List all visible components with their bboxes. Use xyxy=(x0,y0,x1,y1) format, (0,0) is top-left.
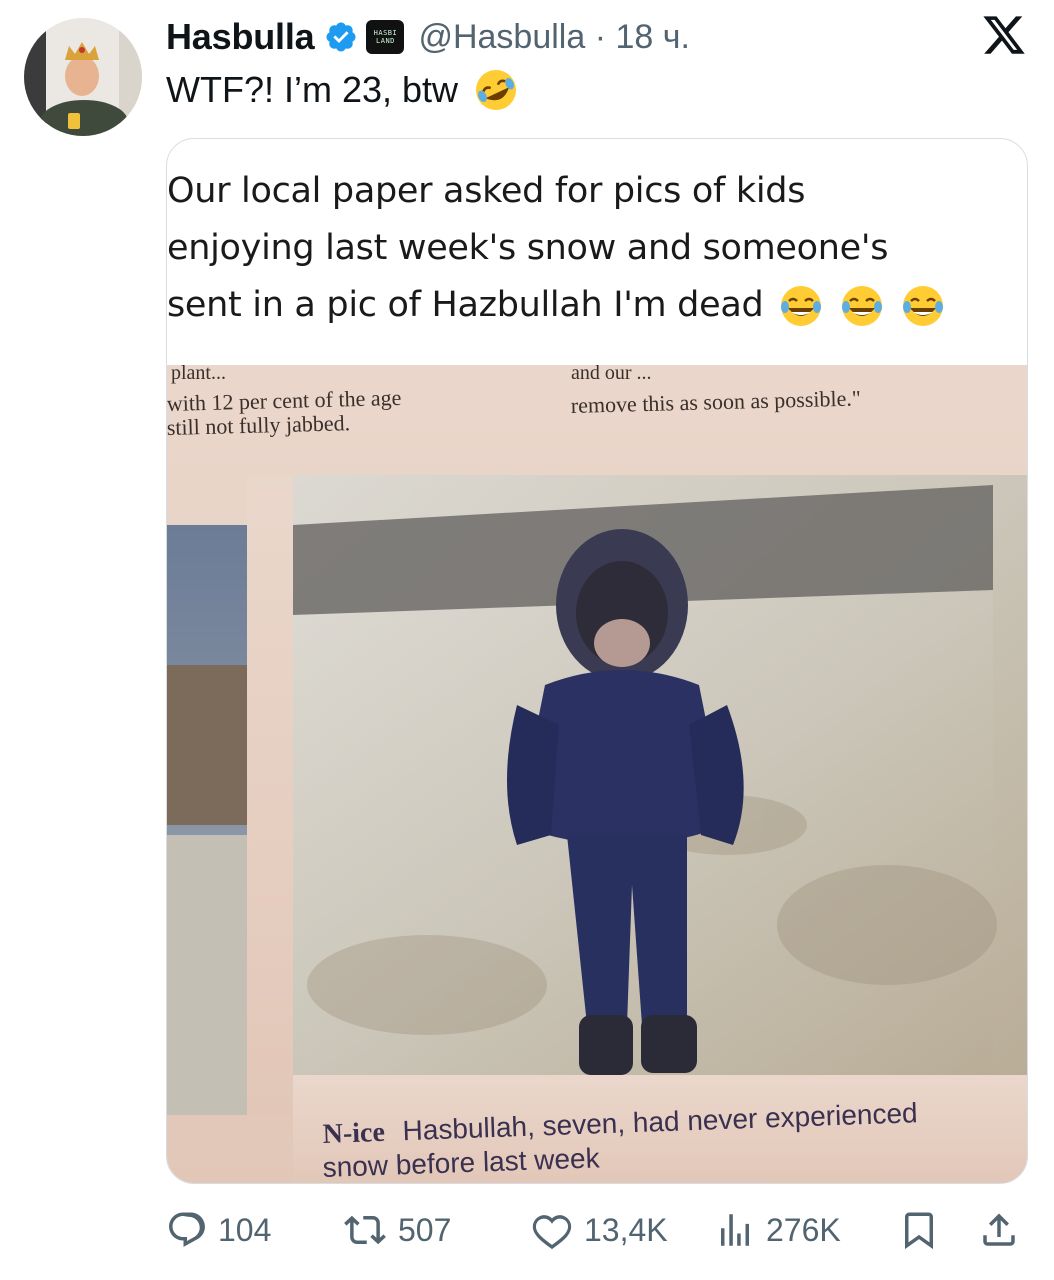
bookmark-icon xyxy=(905,1212,933,1250)
bookmark-button[interactable] xyxy=(898,1200,940,1260)
avatar-photo xyxy=(24,18,142,136)
newspaper-top-left-line-3: still not fully jabbed. xyxy=(167,410,350,440)
face-with-tears-of-joy-emoji-icon xyxy=(842,286,883,326)
face-with-tears-of-joy-emoji-icon xyxy=(781,286,822,326)
reply-count: 104 xyxy=(218,1211,272,1248)
author-name[interactable]: Hasbulla xyxy=(166,16,315,58)
views-chart-icon xyxy=(721,1214,749,1246)
tweet-header: Hasbulla HASBI LAND @Hasbulla · 18 ч. xyxy=(166,14,1034,60)
separator-dot: · xyxy=(585,17,616,56)
handle-and-time: @Hasbulla · 18 ч. xyxy=(418,18,689,57)
author-avatar[interactable] xyxy=(24,18,142,136)
repost-count: 507 xyxy=(398,1211,452,1248)
face-with-tears-of-joy-emoji-icon xyxy=(902,286,943,326)
tweet-action-bar: 104 507 13,4K 276K xyxy=(166,1200,1032,1260)
affiliate-badge[interactable]: HASBI LAND xyxy=(366,20,405,54)
x-logo-icon xyxy=(983,16,1025,54)
like-button[interactable]: 13,4K xyxy=(530,1200,668,1260)
share-button[interactable] xyxy=(978,1200,1020,1260)
reply-button[interactable]: 104 xyxy=(166,1200,271,1260)
repost-icon xyxy=(344,1215,386,1245)
affiliate-badge-text: HASBI LAND xyxy=(373,29,398,45)
author-handle[interactable]: @Hasbulla xyxy=(418,18,585,56)
views-button[interactable]: 276K xyxy=(714,1200,841,1260)
post-time[interactable]: 18 ч. xyxy=(615,18,689,56)
quoted-line-1: Our local paper asked for pics of kids xyxy=(167,171,806,211)
heart-icon xyxy=(532,1215,572,1250)
share-icon xyxy=(983,1213,1015,1246)
caption-bold: N-ice xyxy=(322,1117,385,1150)
like-count: 13,4K xyxy=(584,1211,668,1248)
quoted-line-2: enjoying last week's snow and someone's xyxy=(167,228,889,268)
repost-button[interactable]: 507 xyxy=(342,1200,451,1260)
verified-badge-icon xyxy=(326,22,356,52)
newspaper-top-right-line-1: and our ... xyxy=(571,365,652,384)
tweet-body: WTF?! I’m 23, btw xyxy=(166,69,459,110)
newspaper-photo[interactable]: plant... with 12 per cent of the age sti… xyxy=(167,365,1028,1184)
quoted-line-3-text: sent in a pic of Hazbullah I'm dead xyxy=(167,285,764,325)
rolling-on-floor-laughing-emoji-icon xyxy=(476,70,517,110)
quoted-line-3: sent in a pic of Hazbullah I'm dead xyxy=(167,277,1007,334)
tweet-text: WTF?! I’m 23, btw xyxy=(166,66,520,114)
quoted-post-card[interactable]: Our local paper asked for pics of kids e… xyxy=(166,138,1028,1184)
quoted-post-text: Our local paper asked for pics of kids e… xyxy=(167,163,1007,334)
reply-icon xyxy=(169,1212,205,1247)
newspaper-top-left-line-1: plant... xyxy=(171,365,226,384)
views-count: 276K xyxy=(766,1211,841,1248)
